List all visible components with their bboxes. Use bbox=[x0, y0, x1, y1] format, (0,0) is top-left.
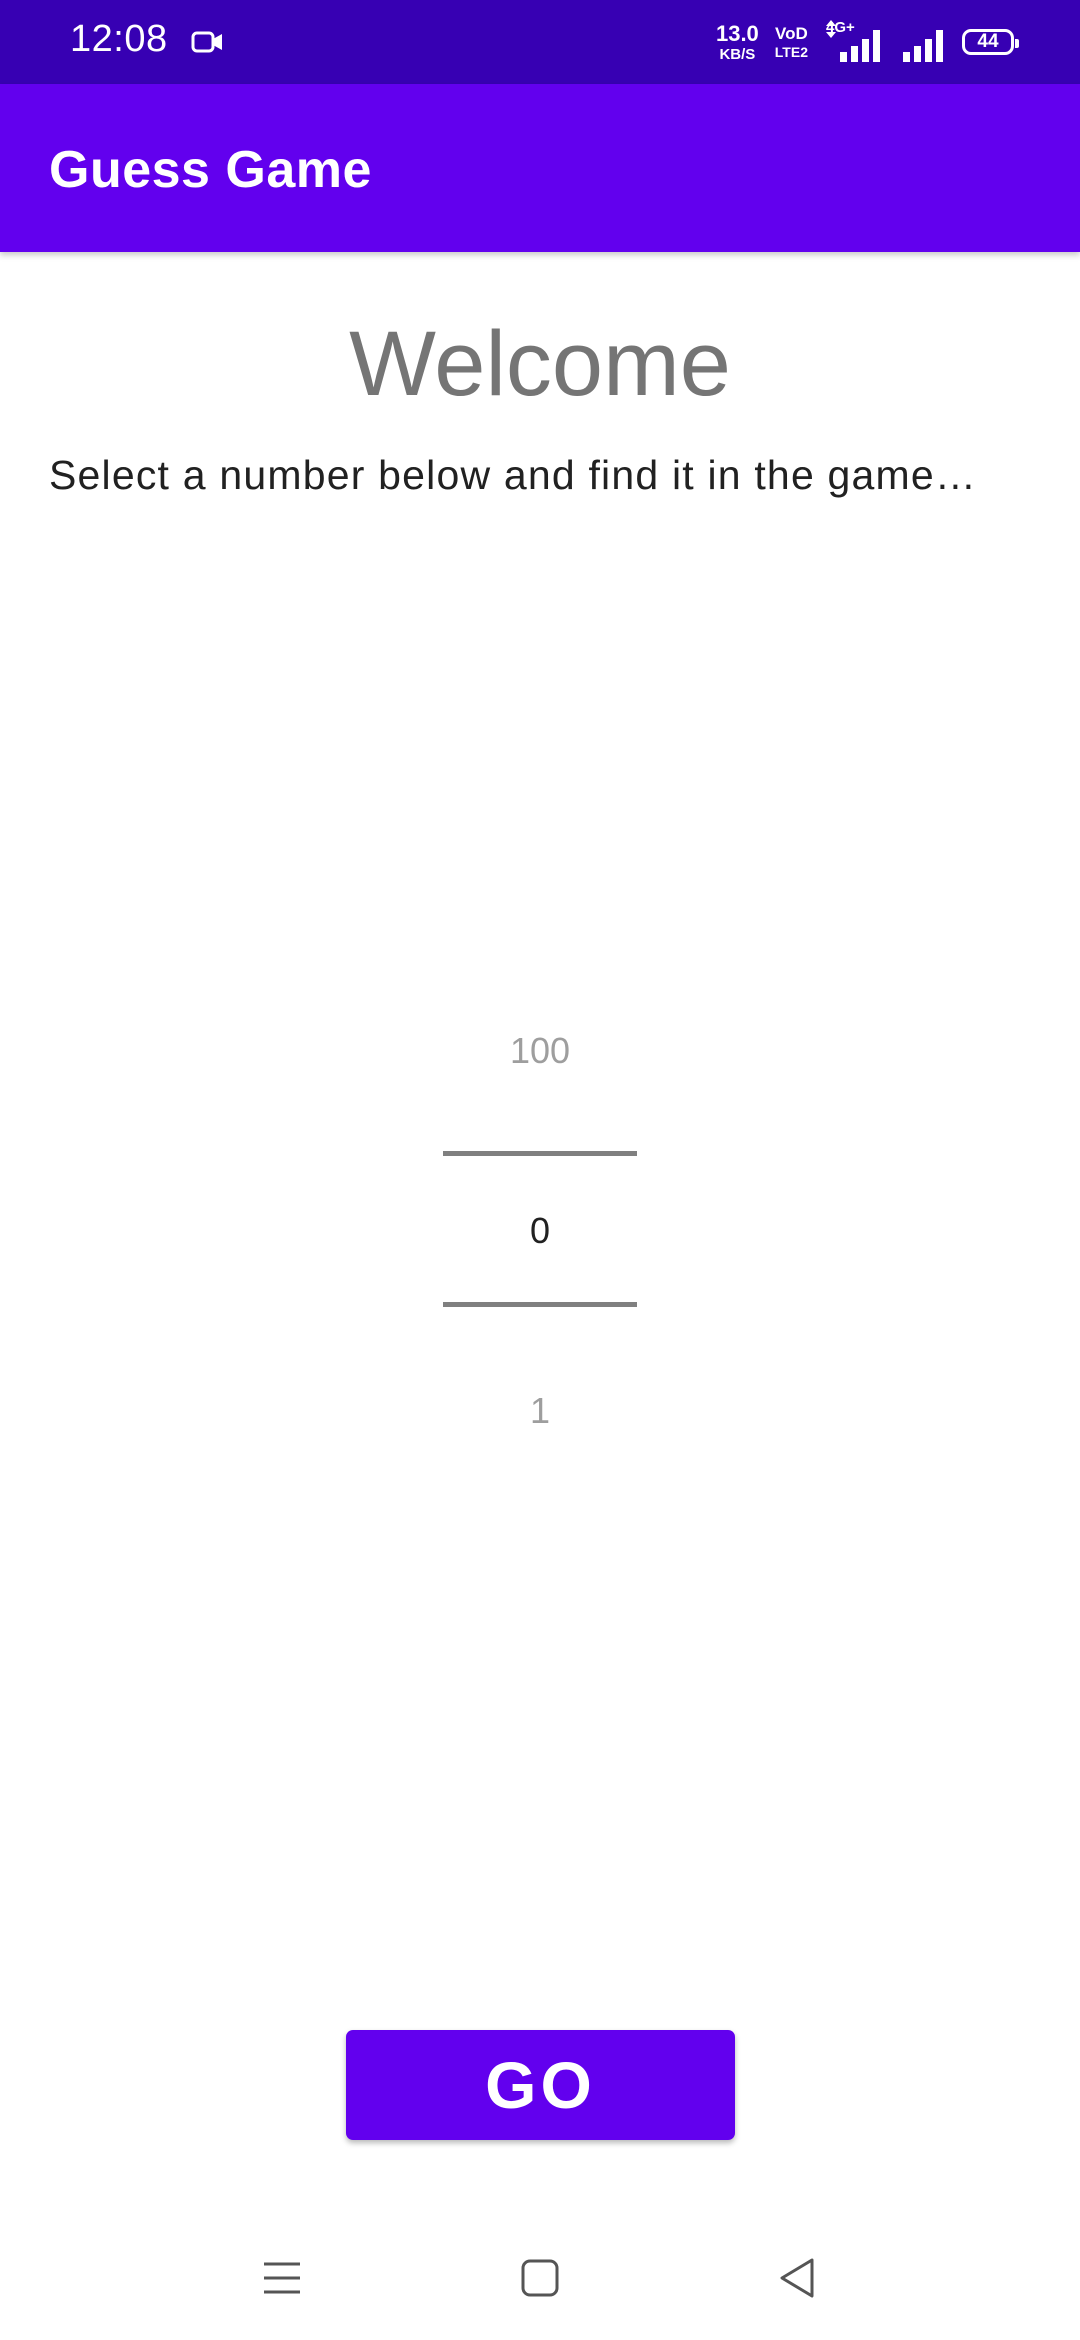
status-bar: 12:08 13.0 KB/S VoD LTE2 4G+ 44 bbox=[0, 0, 1080, 84]
network-speed: 13.0 KB/S bbox=[715, 20, 759, 63]
signal-bars-icon bbox=[903, 30, 943, 62]
back-icon[interactable] bbox=[772, 2252, 824, 2304]
go-button[interactable]: GO bbox=[346, 2030, 735, 2140]
volte-indicator: VoD LTE2 bbox=[775, 25, 808, 59]
home-icon[interactable] bbox=[514, 2252, 566, 2304]
picker-previous-value[interactable]: 100 bbox=[443, 1030, 637, 1072]
picker-next-value[interactable]: 1 bbox=[443, 1390, 637, 1432]
app-title: Guess Game bbox=[49, 141, 372, 199]
menu-icon[interactable] bbox=[256, 2252, 308, 2304]
picker-divider-top bbox=[443, 1151, 637, 1156]
picker-current-value[interactable]: 0 bbox=[443, 1210, 637, 1252]
network-speed-value: 13.0 bbox=[715, 20, 759, 46]
volte-top: VoD bbox=[775, 24, 808, 43]
status-indicators: 13.0 KB/S VoD LTE2 4G+ 44 bbox=[715, 18, 1019, 66]
navigation-bar bbox=[0, 2220, 1080, 2340]
welcome-heading: Welcome bbox=[349, 313, 731, 415]
status-time: 12:08 bbox=[70, 18, 168, 60]
volte-bottom: LTE2 bbox=[774, 44, 808, 60]
video-camera-icon bbox=[191, 31, 222, 53]
app-bar: Guess Game bbox=[0, 84, 1080, 252]
picker-divider-bottom bbox=[443, 1302, 637, 1307]
signal-4g-icon: 4G+ bbox=[824, 20, 886, 64]
battery-level: 44 bbox=[977, 31, 999, 52]
number-picker[interactable]: 100 0 1 bbox=[443, 1010, 637, 1450]
battery-icon: 44 bbox=[962, 29, 1019, 55]
network-speed-unit: KB/S bbox=[719, 45, 756, 63]
screen: 12:08 13.0 KB/S VoD LTE2 4G+ 44 Guess Ga… bbox=[0, 0, 1080, 2340]
instruction-text: Select a number below and find it in the… bbox=[49, 452, 978, 498]
